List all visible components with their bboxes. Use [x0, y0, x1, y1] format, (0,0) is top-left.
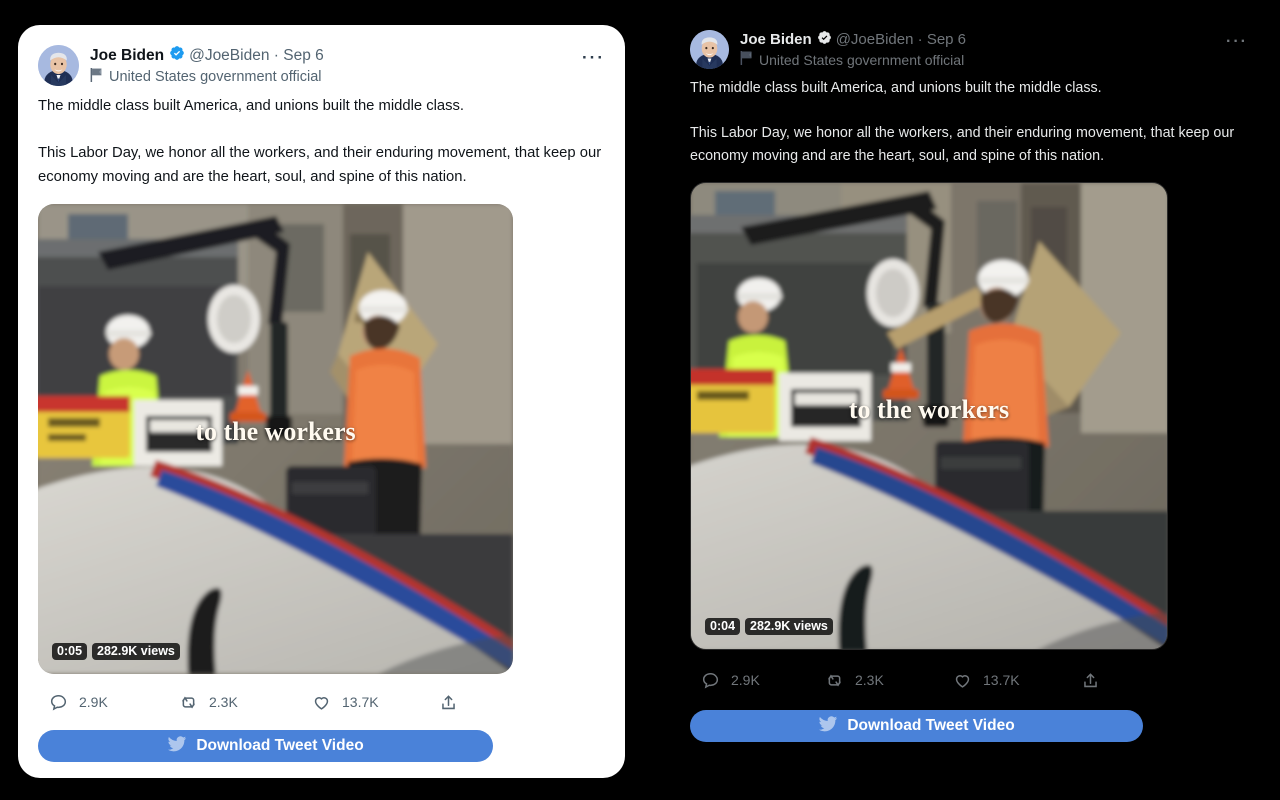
tweet-text: The middle class built America, and unio… — [38, 98, 602, 185]
video-views-badge: 282.9K views — [745, 617, 833, 635]
download-tweet-video-button-light[interactable]: Download Tweet Video — [38, 730, 493, 762]
tweet-date[interactable]: Sep 6 — [283, 47, 324, 65]
reply-action[interactable]: 2.9K — [690, 671, 814, 690]
gov-official-line: United States government official — [740, 51, 966, 68]
tweet-actions-light: 2.9K 2.3K 13.7K — [38, 688, 605, 716]
download-tweet-video-button-dark[interactable]: Download Tweet Video — [690, 710, 1143, 742]
tweet-card-light: Joe Biden @JoeBiden · Sep 6 United State… — [18, 25, 625, 778]
share-upload-icon — [439, 693, 458, 712]
tweet-card-dark: Joe Biden @JoeBiden · Sep 6 United State… — [690, 30, 1248, 770]
tweet-actions-dark: 2.9K 2.3K 13.7K — [690, 666, 1248, 694]
video-timestamp-badge: 0:05 — [52, 642, 88, 660]
retweet-count: 2.3K — [855, 672, 884, 688]
twitter-bird-icon — [818, 714, 838, 739]
video-meta-badges: 0:04 282.9K views — [705, 617, 833, 635]
avatar[interactable] — [38, 45, 79, 86]
share-action[interactable] — [428, 693, 458, 712]
separator-dot: · — [269, 46, 284, 64]
like-count: 13.7K — [342, 694, 379, 710]
share-upload-icon — [1081, 671, 1100, 690]
download-button-label: Download Tweet Video — [847, 717, 1015, 734]
reply-action[interactable]: 2.9K — [38, 693, 168, 712]
heart-icon — [312, 693, 331, 712]
like-action[interactable]: 13.7K — [942, 671, 1070, 690]
screenshot-root: Joe Biden @JoeBiden · Sep 6 United State… — [0, 0, 1280, 800]
author-line: Joe Biden @JoeBiden · Sep 6 — [740, 30, 966, 49]
tweet-content-dark: Joe Biden @JoeBiden · Sep 6 United State… — [690, 30, 1248, 742]
retweet-action[interactable]: 2.3K — [814, 671, 942, 690]
video-views-badge: 282.9K views — [92, 642, 180, 660]
tweet-content-light: Joe Biden @JoeBiden · Sep 6 United State… — [38, 45, 605, 762]
separator-dot: · — [913, 31, 927, 48]
download-button-label: Download Tweet Video — [196, 737, 364, 754]
avatar[interactable] — [690, 30, 729, 69]
reply-count: 2.9K — [79, 694, 108, 710]
tweet-header: Joe Biden @JoeBiden · Sep 6 United State… — [38, 45, 605, 86]
verified-check-icon — [817, 30, 832, 49]
verified-check-icon — [169, 45, 185, 66]
share-action[interactable] — [1070, 671, 1100, 690]
more-options-button[interactable]: ··· — [582, 48, 605, 68]
like-action[interactable]: 13.7K — [301, 693, 428, 712]
author-handle[interactable]: @JoeBiden — [836, 31, 914, 48]
header-text: Joe Biden @JoeBiden · Sep 6 United State… — [90, 45, 324, 86]
retweet-action[interactable]: 2.3K — [168, 693, 301, 712]
government-flag-icon — [90, 68, 103, 86]
more-options-button[interactable]: ··· — [1226, 33, 1248, 51]
government-flag-icon — [740, 51, 753, 68]
video-caption-overlay: to the workers — [848, 395, 1010, 424]
tweet-date[interactable]: Sep 6 — [927, 31, 966, 48]
video-meta-badges: 0:05 282.9K views — [52, 642, 180, 660]
video-player-dark[interactable]: to the workers 0:04 282.9K views — [690, 182, 1168, 650]
retweet-arrows-icon — [825, 671, 844, 690]
reply-count: 2.9K — [731, 672, 760, 688]
header-text: Joe Biden @JoeBiden · Sep 6 United State… — [740, 30, 966, 68]
author-handle[interactable]: @JoeBiden — [189, 47, 269, 65]
author-line: Joe Biden @JoeBiden · Sep 6 — [90, 45, 324, 66]
retweet-count: 2.3K — [209, 694, 238, 710]
author-name[interactable]: Joe Biden — [740, 31, 812, 48]
video-caption-overlay: to the workers — [195, 417, 356, 446]
author-name[interactable]: Joe Biden — [90, 47, 164, 65]
reply-bubble-icon — [701, 671, 720, 690]
gov-official-label: United States government official — [109, 69, 322, 85]
tweet-text: The middle class built America, and unio… — [690, 80, 1235, 164]
gov-official-label: United States government official — [759, 51, 965, 68]
twitter-bird-icon — [167, 734, 187, 759]
video-player-light[interactable]: to the workers 0:05 282.9K views — [38, 204, 513, 674]
heart-icon — [953, 671, 972, 690]
reply-bubble-icon — [49, 693, 68, 712]
video-timestamp-badge: 0:04 — [705, 617, 741, 635]
gov-official-line: United States government official — [90, 68, 324, 86]
tweet-header-dark: Joe Biden @JoeBiden · Sep 6 United State… — [690, 30, 1248, 69]
retweet-arrows-icon — [179, 693, 198, 712]
like-count: 13.7K — [983, 672, 1020, 688]
